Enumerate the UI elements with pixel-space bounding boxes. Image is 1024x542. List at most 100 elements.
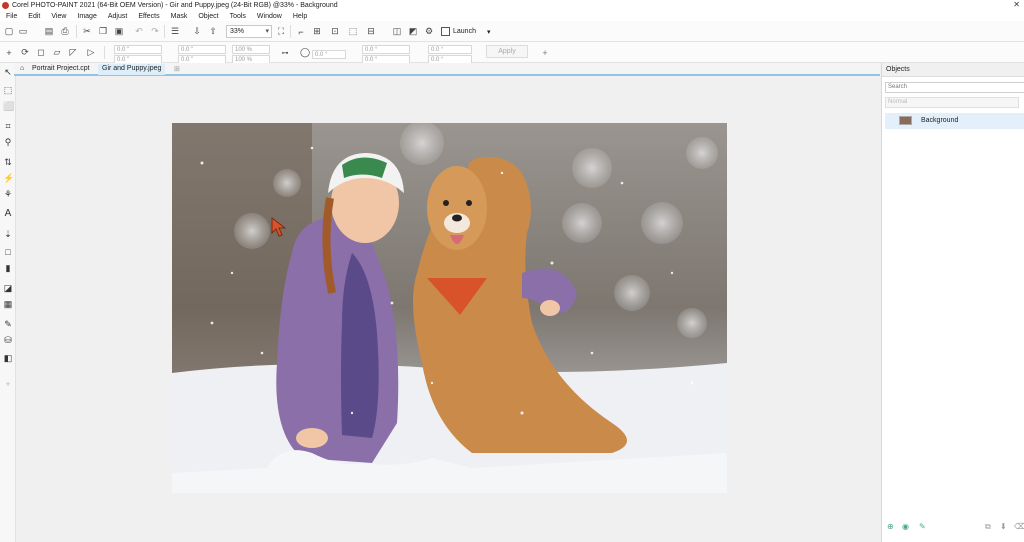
tab-portrait-project[interactable]: Portrait Project.cpt [28,64,94,75]
toolbox: ↖ ⬚ ⬜ ⌗ ⚲ ⇅ ⚡ ⚘ A ⇣ □ ▮ ◪ ▦ ✎ ⛁ ◧ + [0,63,16,542]
menu-file[interactable]: File [6,13,17,20]
mask-marquee-icon[interactable]: ⬚ [348,25,358,38]
blend-mode-select[interactable]: Normal [885,97,1019,108]
layer-name: Background [921,117,959,124]
search-input[interactable]: Search [885,82,1024,93]
app-icon [2,2,9,9]
menu-object[interactable]: Object [198,13,218,20]
lock-ratio-icon[interactable]: ⊶ [280,46,290,59]
scale-width-field[interactable]: 100 % [232,45,270,54]
checker-tool-icon[interactable]: ▦ [3,299,13,309]
delete-icon[interactable]: ⌫ [1014,522,1024,531]
paint-tool-icon[interactable]: ✎ [3,319,13,329]
rotation-angle-field[interactable]: 0.0 ° [312,50,346,59]
zoom-tool-icon[interactable]: ⚲ [3,137,13,147]
open-icon[interactable]: ▭ [18,25,28,38]
mask-transform-tool-icon[interactable]: ⬚ [3,85,13,95]
combine-icon[interactable]: ⧉ [985,522,994,531]
new-object-icon[interactable]: ⊕ [887,522,896,531]
import-icon[interactable]: ⇩ [192,25,202,38]
menu-effects[interactable]: Effects [138,13,159,20]
zoom-level-select[interactable]: 33% ▾ [226,25,272,38]
scale-icon[interactable]: ◻ [36,46,46,59]
new-document-icon[interactable]: ▢ [4,25,14,38]
snap-icon[interactable]: ⊡ [330,25,340,38]
title-bar: Corel PHOTO-PAINT 2021 (64-Bit OEM Versi… [0,0,1024,11]
menu-mask[interactable]: Mask [171,13,188,20]
transparency-icon[interactable]: ◩ [408,25,418,38]
effect-tool-icon[interactable]: ⚡ [3,173,14,183]
transparency-tool-icon[interactable]: ◪ [3,283,13,293]
color-swatch-icon[interactable]: ◧ [3,353,13,363]
offset-horizontal-field[interactable]: 0.0 ° [428,45,472,54]
print-icon[interactable]: ⎙ [60,25,70,38]
tab-gir-and-puppy[interactable]: Gir and Puppy.jpeg [98,64,166,75]
canvas-image[interactable] [172,123,727,493]
layer-thumbnail [899,116,912,125]
gear-icon[interactable]: ⚙ [424,25,434,38]
grid-icon[interactable]: ⊞ [312,25,322,38]
menu-view[interactable]: View [51,13,66,20]
objects-panel-title: Objects [882,63,1024,77]
menu-adjust[interactable]: Adjust [108,13,127,20]
pick-tool-icon[interactable]: ↖ [3,67,13,77]
launch-label: Launch [453,28,476,35]
new-lens-icon[interactable]: ◉ [902,522,911,531]
export-icon[interactable]: ⇧ [208,25,218,38]
menu-bar: File Edit View Image Adjust Effects Mask… [0,11,1024,21]
menu-help[interactable]: Help [293,13,307,20]
launch-dropdown[interactable]: Launch ▾ [441,25,490,38]
menu-edit[interactable]: Edit [28,13,40,20]
add-transform-icon[interactable]: + [540,46,550,59]
menu-image[interactable]: Image [77,13,96,20]
rectangle-tool-icon[interactable]: □ [3,247,13,257]
objects-panel: Objects Search Normal Background ⊕ ◉ ✎ ⧉… [881,63,1024,542]
width-field[interactable]: 0.0 " [178,45,226,54]
save-icon[interactable]: ▤ [44,25,54,38]
add-tool-icon[interactable]: + [3,379,13,389]
x-position-field[interactable]: 0.0 " [114,45,162,54]
distort-icon[interactable]: ◸ [68,46,78,59]
skew-horizontal-field[interactable]: 0.0 ° [362,45,410,54]
text-tool-icon[interactable]: A [3,209,13,219]
chevron-down-icon: ▾ [486,28,491,36]
objects-panel-footer: ⊕ ◉ ✎ ⧉ ⬇ ⌫ [882,522,1024,534]
clone-tool-icon[interactable]: ⚘ [3,189,13,199]
launch-icon [441,27,450,36]
perspective-icon[interactable]: ▷ [86,46,96,59]
skew-icon[interactable]: ▱ [52,46,62,59]
rotate-icon[interactable]: ⟳ [20,46,30,59]
menu-tools[interactable]: Tools [230,13,246,20]
eyedropper-tool-icon[interactable]: ⇅ [3,157,13,167]
menu-window[interactable]: Window [257,13,282,20]
rectangle-mask-tool-icon[interactable]: ⬜ [3,101,14,111]
add-icon[interactable]: + [4,46,14,59]
guidelines-icon[interactable]: ⊟ [366,25,376,38]
apply-button[interactable]: Apply [486,45,528,58]
mask-overlay-icon[interactable]: ◫ [392,25,402,38]
structure-icon[interactable]: ☰ [170,25,180,38]
zoom-to-fit-icon[interactable]: ⛶ [276,25,286,38]
angle-icon: ◯ [299,47,311,57]
rulers-icon[interactable]: ⌐ [296,25,306,38]
window-close-button[interactable]: ✕ [1013,0,1020,9]
fill-tool-icon[interactable]: ⇣ [3,229,13,239]
separator [76,25,77,38]
standard-toolbar: ▢ ▭ ▤ ⎙ ✂ ❐ ▣ ↶ ↷ ☰ ⇩ ⇧ 33% ▾ ⛶ ⌐ ⊞ ⊡ ⬚ … [0,21,1024,42]
mouse-cursor-icon [271,217,287,237]
eraser-tool-icon[interactable]: ▮ [3,263,13,273]
brush-icon[interactable]: ✎ [919,522,928,531]
layer-row-background[interactable]: Background [885,113,1024,129]
paste-icon[interactable]: ▣ [114,25,124,38]
redo-icon[interactable]: ↷ [150,25,160,38]
document-tab-bar: ⌂ Portrait Project.cpt Gir and Puppy.jpe… [14,63,880,76]
cut-icon[interactable]: ✂ [82,25,92,38]
photo-girl-and-puppy [172,123,727,493]
new-tab-icon[interactable]: ⊞ [170,64,184,75]
undo-icon[interactable]: ↶ [134,25,144,38]
crop-tool-icon[interactable]: ⌗ [3,121,13,131]
merge-icon[interactable]: ⬇ [1000,522,1009,531]
home-icon[interactable]: ⌂ [16,64,28,75]
copy-icon[interactable]: ❐ [98,25,108,38]
bucket-tool-icon[interactable]: ⛁ [3,335,13,345]
